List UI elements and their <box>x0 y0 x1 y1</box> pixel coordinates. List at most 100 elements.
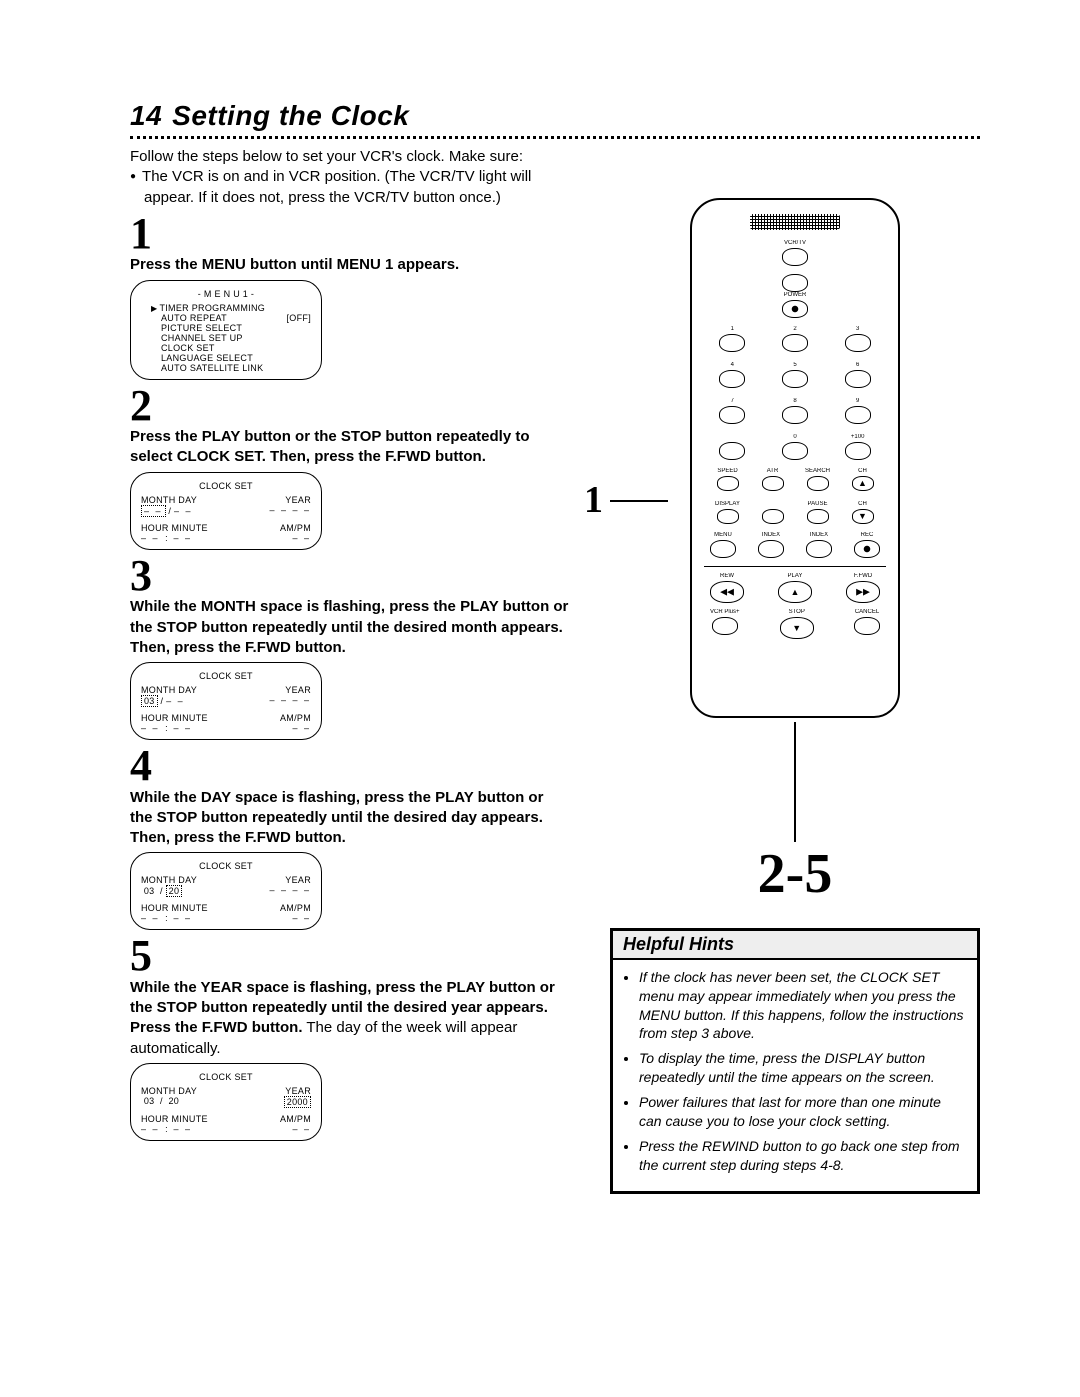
remote-button[interactable] <box>782 274 808 292</box>
field-label: MONTH DAY <box>141 685 197 695</box>
menu-button[interactable] <box>710 540 736 558</box>
btn-label: +100 <box>835 434 880 441</box>
field-label: YEAR <box>285 875 311 885</box>
screen-clockset-2: CLOCK SET MONTH DAYYEAR – – / – –– – – –… <box>130 472 322 550</box>
btn-label: 1 <box>710 326 755 333</box>
step-number: 2 <box>130 386 570 426</box>
step-instruction: Press the MENU button until MENU 1 appea… <box>130 255 570 275</box>
screen-title: CLOCK SET <box>141 1072 311 1082</box>
btn-label: 4 <box>710 362 755 369</box>
menu-item: CHANNEL SET UP <box>151 333 311 343</box>
day-value: – – <box>166 696 185 706</box>
btn-label: REC <box>854 532 880 539</box>
power-button[interactable] <box>782 300 808 318</box>
index-next-button[interactable] <box>806 540 832 558</box>
num-8-button[interactable] <box>782 406 808 424</box>
sep: : <box>165 533 168 543</box>
num-5-button[interactable] <box>782 370 808 388</box>
num-3-button[interactable] <box>845 334 871 352</box>
btn-label: CH <box>845 501 880 508</box>
remote-button[interactable] <box>762 509 784 524</box>
remote-button[interactable] <box>719 442 745 460</box>
num-7-button[interactable] <box>719 406 745 424</box>
ffwd-button[interactable]: ▶▶ <box>846 581 880 603</box>
speed-button[interactable] <box>717 476 739 491</box>
num-9-button[interactable] <box>845 406 871 424</box>
vcr-tv-button[interactable] <box>782 248 808 266</box>
num-1-button[interactable] <box>719 334 745 352</box>
menu-value: [OFF] <box>287 313 312 323</box>
step-1: 1 Press the MENU button until MENU 1 app… <box>130 214 570 380</box>
display-button[interactable] <box>717 509 739 524</box>
menu-item: TIMER PROGRAMMING <box>159 303 265 313</box>
minute-value: – – <box>174 533 193 543</box>
btn-label: MENU <box>710 532 736 539</box>
screen-title: CLOCK SET <box>141 671 311 681</box>
month-value: 03 <box>144 886 155 896</box>
page-number: 14 <box>130 100 162 131</box>
sep: / <box>160 1096 163 1106</box>
field-label: HOUR MINUTE <box>141 713 208 723</box>
screen-title: - M E N U 1 - <box>141 289 311 299</box>
step-instruction: While the YEAR space is flashing, press … <box>130 978 570 1059</box>
helpful-hints-box: Helpful Hints If the clock has never bee… <box>610 928 980 1194</box>
num-4-button[interactable] <box>719 370 745 388</box>
menu-item: AUTO SATELLITE LINK <box>151 363 311 373</box>
field-label: MONTH DAY <box>141 1086 197 1096</box>
sep: / <box>160 696 163 706</box>
rew-button[interactable]: ◀◀ <box>710 581 744 603</box>
step-number: 4 <box>130 746 570 786</box>
sep: : <box>165 913 168 923</box>
pause-button[interactable] <box>807 509 829 524</box>
btn-label: PLAY <box>778 573 812 580</box>
menu-item: PICTURE SELECT <box>151 323 311 333</box>
hint-item: If the clock has never been set, the CLO… <box>639 968 967 1044</box>
step-instruction: Press the PLAY button or the STOP button… <box>130 427 570 468</box>
hint-item: Press the REWIND button to go back one s… <box>639 1137 967 1175</box>
cancel-button[interactable] <box>854 617 880 635</box>
stop-icon: ▼ <box>792 623 801 633</box>
play-icon: ▲ <box>791 587 800 597</box>
year-value: – – – – <box>269 505 311 517</box>
btn-label: PAUSE <box>800 501 835 508</box>
remote-diagram: 1 VCR/TV POWER 1 2 3 <box>610 198 980 718</box>
btn-label: 2 <box>773 326 818 333</box>
day-value: 20 <box>168 1096 179 1106</box>
index-prev-button[interactable] <box>758 540 784 558</box>
btn-label: 0 <box>773 434 818 441</box>
num-2-button[interactable] <box>782 334 808 352</box>
ch-down-button[interactable]: ▼ <box>852 509 874 524</box>
stop-button[interactable]: ▼ <box>780 617 814 639</box>
vcrplus-button[interactable] <box>712 617 738 635</box>
intro-line: Follow the steps below to set your VCR's… <box>130 147 980 167</box>
ampm-value: – – <box>292 533 311 543</box>
month-value: 03 <box>144 1096 155 1106</box>
step-number: 1 <box>130 214 570 254</box>
search-button[interactable] <box>807 476 829 491</box>
menu-item: LANGUAGE SELECT <box>151 353 311 363</box>
step-5: 5 While the YEAR space is flashing, pres… <box>130 936 570 1141</box>
minute-value: – – <box>174 723 193 733</box>
play-button[interactable]: ▲ <box>778 581 812 603</box>
btn-label: SPEED <box>710 468 745 475</box>
num-0-button[interactable] <box>782 442 808 460</box>
step-number: 5 <box>130 936 570 976</box>
btn-label: POWER <box>710 292 880 299</box>
fast-forward-icon: ▶▶ <box>856 586 870 597</box>
hour-value: – – <box>141 533 160 543</box>
num-6-button[interactable] <box>845 370 871 388</box>
ampm-value: – – <box>292 1124 311 1134</box>
triangle-down-icon: ▼ <box>858 511 867 521</box>
ch-up-button[interactable]: ▲ <box>852 476 874 491</box>
ampm-value: – – <box>292 913 311 923</box>
field-label: HOUR MINUTE <box>141 903 208 913</box>
ampm-value: – – <box>292 723 311 733</box>
section-title: Setting the Clock <box>172 100 409 131</box>
screen-menu1: - M E N U 1 - TIMER PROGRAMMING AUTO REP… <box>130 280 322 380</box>
field-label: YEAR <box>285 685 311 695</box>
rec-button[interactable] <box>854 540 880 558</box>
field-label: AM/PM <box>280 523 311 533</box>
plus100-button[interactable] <box>845 442 871 460</box>
atr-button[interactable] <box>762 476 784 491</box>
hints-title: Helpful Hints <box>613 931 977 960</box>
